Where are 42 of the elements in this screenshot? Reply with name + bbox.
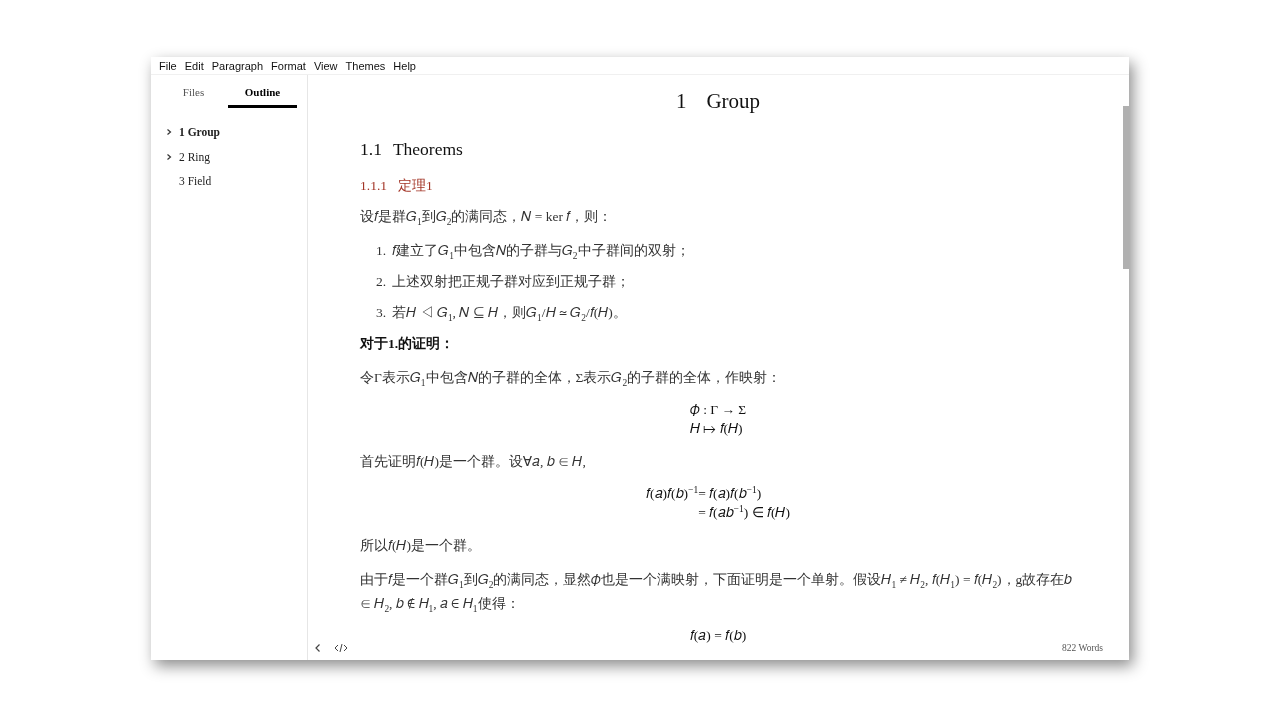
paragraph: 所以𝑓(𝐻)是一个群。 — [360, 537, 482, 555]
heading-number: 1.1.1 — [360, 178, 387, 193]
heading-number: 1.1 — [360, 139, 382, 159]
heading-number: 1 — [675, 89, 687, 113]
outline-item[interactable]: 2 Ring — [179, 150, 210, 163]
chapter-heading: Group — [706, 89, 761, 113]
section-heading: Theorems — [392, 139, 463, 159]
chevron-right-icon[interactable] — [165, 152, 173, 161]
menu-item[interactable]: Paragraph — [207, 59, 268, 72]
menu-item[interactable]: Format — [267, 59, 310, 72]
paragraph: 令Γ表示𝐺$_{1}$中包含𝑁的子群的全体，Σ表示𝐺$_{2}$的子群的全体，作映射： — [360, 369, 783, 390]
paragraph: 设𝑓是群𝐺$_{1}$到𝐺$_{2}$的满同态，𝑁 = ker 𝑓，则： — [360, 208, 614, 229]
code-icon[interactable] — [334, 643, 348, 653]
subsection-heading: 定理1 — [398, 178, 433, 193]
equation-line: 𝑓(𝑎) = 𝑓(𝑏) — [689, 627, 747, 645]
list-item: 若𝐻 ◁ 𝐺$_{1}$, 𝑁 ⊆ 𝐻，则𝐺$_{1}$/𝐻 ≃ 𝐺$_{2}$/𝑓(𝐻)。 — [392, 304, 627, 325]
equation-line: 𝑓(𝑎)𝑓(𝑏)$^{−1}$ — [646, 484, 699, 503]
outline-item[interactable]: 3 Field — [179, 175, 212, 188]
paragraph: 首先证明𝑓(𝐻)是一个群。设∀𝑎, 𝑏 ∈ 𝐻, — [360, 453, 587, 471]
menu-item[interactable]: Help — [389, 59, 420, 72]
equation-line: 𝐻 ↦ 𝑓(𝐻) — [689, 420, 744, 438]
equation-line: = 𝑓(𝑎)𝑓(𝑏$^{−1}$) — [698, 484, 763, 503]
sidebar-tab[interactable]: Outline — [228, 75, 297, 108]
equation-line: = 𝑓(𝑎𝑏$^{−1}$) ∈ 𝑓(𝐻) — [698, 503, 790, 522]
list-item: 𝑓建立了𝐺$_{1}$中包含𝑁的子群与𝐺$_{2}$中子群间的双射； — [392, 242, 690, 263]
paragraph: 由于𝑓是一个群𝐺$_{1}$到𝐺$_{2}$的满同态，显然𝜙也是一个满映射，下面证明是一个单射。假设𝐻$_{1}$ ≠ 𝐻$_{2}$, 𝑓(𝐻$_{1}$) = 𝑓(𝐻$_{2}$)，g故存在𝑏 ∈ 𝐻$_{2}$, 𝑏 ∉ 𝐻$_{1}$, 𝑎 ∈ 𝐻$_{1}$使得： — [360, 571, 1074, 616]
sidebar-tab[interactable]: Files — [159, 75, 228, 108]
menu-item[interactable]: Edit — [180, 59, 208, 72]
outline-item[interactable]: 1 Group — [179, 126, 220, 139]
scrollbar-thumb[interactable] — [1123, 106, 1129, 269]
menu-item[interactable]: File — [155, 59, 181, 72]
chevron-left-icon[interactable] — [314, 643, 322, 653]
menu-item[interactable]: View — [309, 59, 342, 72]
bold-paragraph: 对于1.的证明： — [360, 335, 456, 353]
equation-line: 𝜙 : Γ → Σ — [689, 401, 747, 419]
list-number: 1. — [376, 242, 387, 260]
menu-item[interactable]: Themes — [341, 59, 390, 72]
word-count: 822 Words — [1061, 643, 1103, 653]
list-number: 2. — [376, 273, 387, 291]
chevron-right-icon[interactable] — [165, 128, 173, 137]
list-item: 上述双射把正规子群对应到正规子群； — [392, 273, 631, 291]
list-number: 3. — [376, 304, 387, 322]
